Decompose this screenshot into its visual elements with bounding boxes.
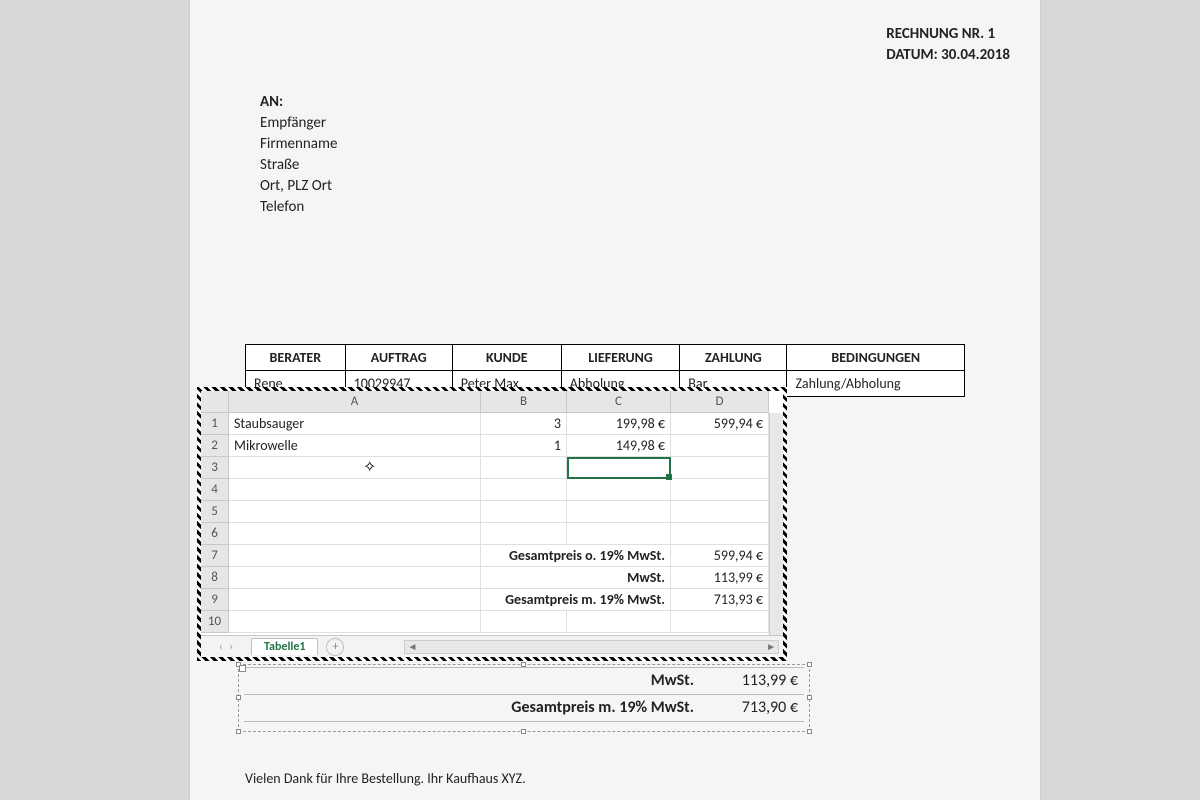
col-header-c[interactable]: C	[567, 391, 671, 413]
col-header-b[interactable]: B	[481, 391, 567, 413]
cell[interactable]	[567, 611, 671, 633]
sheet-tab-tabelle1[interactable]: Tabelle1	[251, 638, 318, 655]
chevron-left-icon[interactable]: ‹	[219, 640, 223, 654]
cell[interactable]	[671, 479, 769, 501]
cell[interactable]	[567, 501, 671, 523]
cell-c3[interactable]	[567, 457, 671, 479]
sheet-tab-bar[interactable]: ‹ › Tabelle1 + ◄ ►	[201, 635, 783, 657]
cell-subtotal-label[interactable]: Gesamtpreis o. 19% MwSt.	[481, 545, 671, 567]
td-bedingungen: Zahlung/Abholung	[787, 371, 965, 397]
cell-d3[interactable]	[671, 457, 769, 479]
cell[interactable]	[481, 611, 567, 633]
plus-icon: +	[332, 640, 338, 654]
excel-inplace-editor[interactable]: A B C D 1 Staubsauger 3 199,98 € 599,94 …	[201, 391, 783, 657]
scroll-left-icon[interactable]: ◄	[407, 640, 417, 653]
row-header[interactable]: 4	[201, 479, 229, 501]
cell-d7[interactable]: 599,94 €	[671, 545, 769, 567]
embedded-excel-object[interactable]: A B C D 1 Staubsauger 3 199,98 € 599,94 …	[197, 387, 787, 661]
cell[interactable]	[229, 545, 481, 567]
cell-d8[interactable]: 113,99 €	[671, 567, 769, 589]
cell[interactable]	[567, 479, 671, 501]
cell-d9[interactable]: 713,93 €	[671, 589, 769, 611]
cell[interactable]	[481, 523, 567, 545]
row-header[interactable]: 3	[201, 457, 229, 479]
recipient-line: Firmenname	[260, 134, 337, 155]
row-header[interactable]: 5	[201, 501, 229, 523]
invoice-header: RECHNUNG NR. 1 DATUM: 30.04.2018	[886, 24, 1010, 66]
horizontal-scrollbar[interactable]: ◄ ►	[404, 640, 779, 654]
row-header[interactable]: 1	[201, 413, 229, 435]
cell-d1[interactable]: 599,94 €	[671, 413, 769, 435]
cell-c1[interactable]: 199,98 €	[567, 413, 671, 435]
row-header[interactable]: 8	[201, 567, 229, 589]
table-header-row: BERATER AUFTRAG KUNDE LIEFERUNG ZAHLUNG …	[246, 345, 965, 371]
cell[interactable]	[229, 567, 481, 589]
row-header[interactable]: 9	[201, 589, 229, 611]
cell[interactable]	[481, 479, 567, 501]
excel-grid[interactable]: A B C D 1 Staubsauger 3 199,98 € 599,94 …	[201, 391, 783, 633]
cell[interactable]	[671, 523, 769, 545]
recipient-an: AN:	[260, 92, 337, 113]
cell-c2[interactable]: 149,98 €	[567, 435, 671, 457]
th-zahlung: ZAHLUNG	[680, 345, 787, 371]
cell[interactable]	[229, 501, 481, 523]
recipient-line: Telefon	[260, 197, 337, 218]
sheet-nav-buttons[interactable]: ‹ ›	[201, 640, 251, 654]
row-header[interactable]: 2	[201, 435, 229, 457]
invoice-number: RECHNUNG NR. 1	[886, 24, 1010, 45]
cell-mwst-label[interactable]: MwSt.	[481, 567, 671, 589]
recipient-block: AN: Empfänger Firmenname Straße Ort, PLZ…	[260, 92, 337, 218]
cell-total-label[interactable]: Gesamtpreis m. 19% MwSt.	[481, 589, 671, 611]
cell[interactable]	[481, 501, 567, 523]
cell-b1[interactable]: 3	[481, 413, 567, 435]
cell[interactable]	[229, 589, 481, 611]
cell[interactable]	[671, 501, 769, 523]
cell-a1[interactable]: Staubsauger	[229, 413, 481, 435]
row-header[interactable]: 6	[201, 523, 229, 545]
row-header[interactable]: 7	[201, 545, 229, 567]
cell-a3[interactable]	[229, 457, 481, 479]
cell-a2[interactable]: Mikrowelle	[229, 435, 481, 457]
document-page: RECHNUNG NR. 1 DATUM: 30.04.2018 AN: Emp…	[190, 0, 1040, 800]
cell-b3[interactable]	[481, 457, 567, 479]
recipient-line: Empfänger	[260, 113, 337, 134]
col-header-a[interactable]: A	[229, 391, 481, 413]
cell[interactable]	[229, 523, 481, 545]
invoice-date: DATUM: 30.04.2018	[886, 45, 1010, 66]
cell-d2[interactable]	[671, 435, 769, 457]
th-bedingungen: BEDINGUNGEN	[787, 345, 965, 371]
object-selection-frame[interactable]	[238, 664, 810, 732]
thank-you-line: Vielen Dank für Ihre Bestellung. Ihr Kau…	[245, 770, 526, 787]
cell-b2[interactable]: 1	[481, 435, 567, 457]
cell[interactable]	[229, 611, 481, 633]
th-kunde: KUNDE	[452, 345, 561, 371]
select-all-corner[interactable]	[201, 391, 229, 413]
cell[interactable]	[671, 611, 769, 633]
recipient-line: Ort, PLZ Ort	[260, 176, 337, 197]
row-header[interactable]: 10	[201, 611, 229, 633]
vertical-scrollbar[interactable]	[769, 413, 783, 635]
chevron-right-icon[interactable]: ›	[229, 640, 233, 654]
recipient-line: Straße	[260, 155, 337, 176]
col-header-d[interactable]: D	[671, 391, 769, 413]
th-lieferung: LIEFERUNG	[561, 345, 680, 371]
th-auftrag: AUFTRAG	[345, 345, 452, 371]
scroll-right-icon[interactable]: ►	[766, 640, 776, 653]
cell[interactable]	[229, 479, 481, 501]
new-sheet-button[interactable]: +	[326, 638, 344, 656]
cell[interactable]	[567, 523, 671, 545]
th-berater: BERATER	[246, 345, 346, 371]
